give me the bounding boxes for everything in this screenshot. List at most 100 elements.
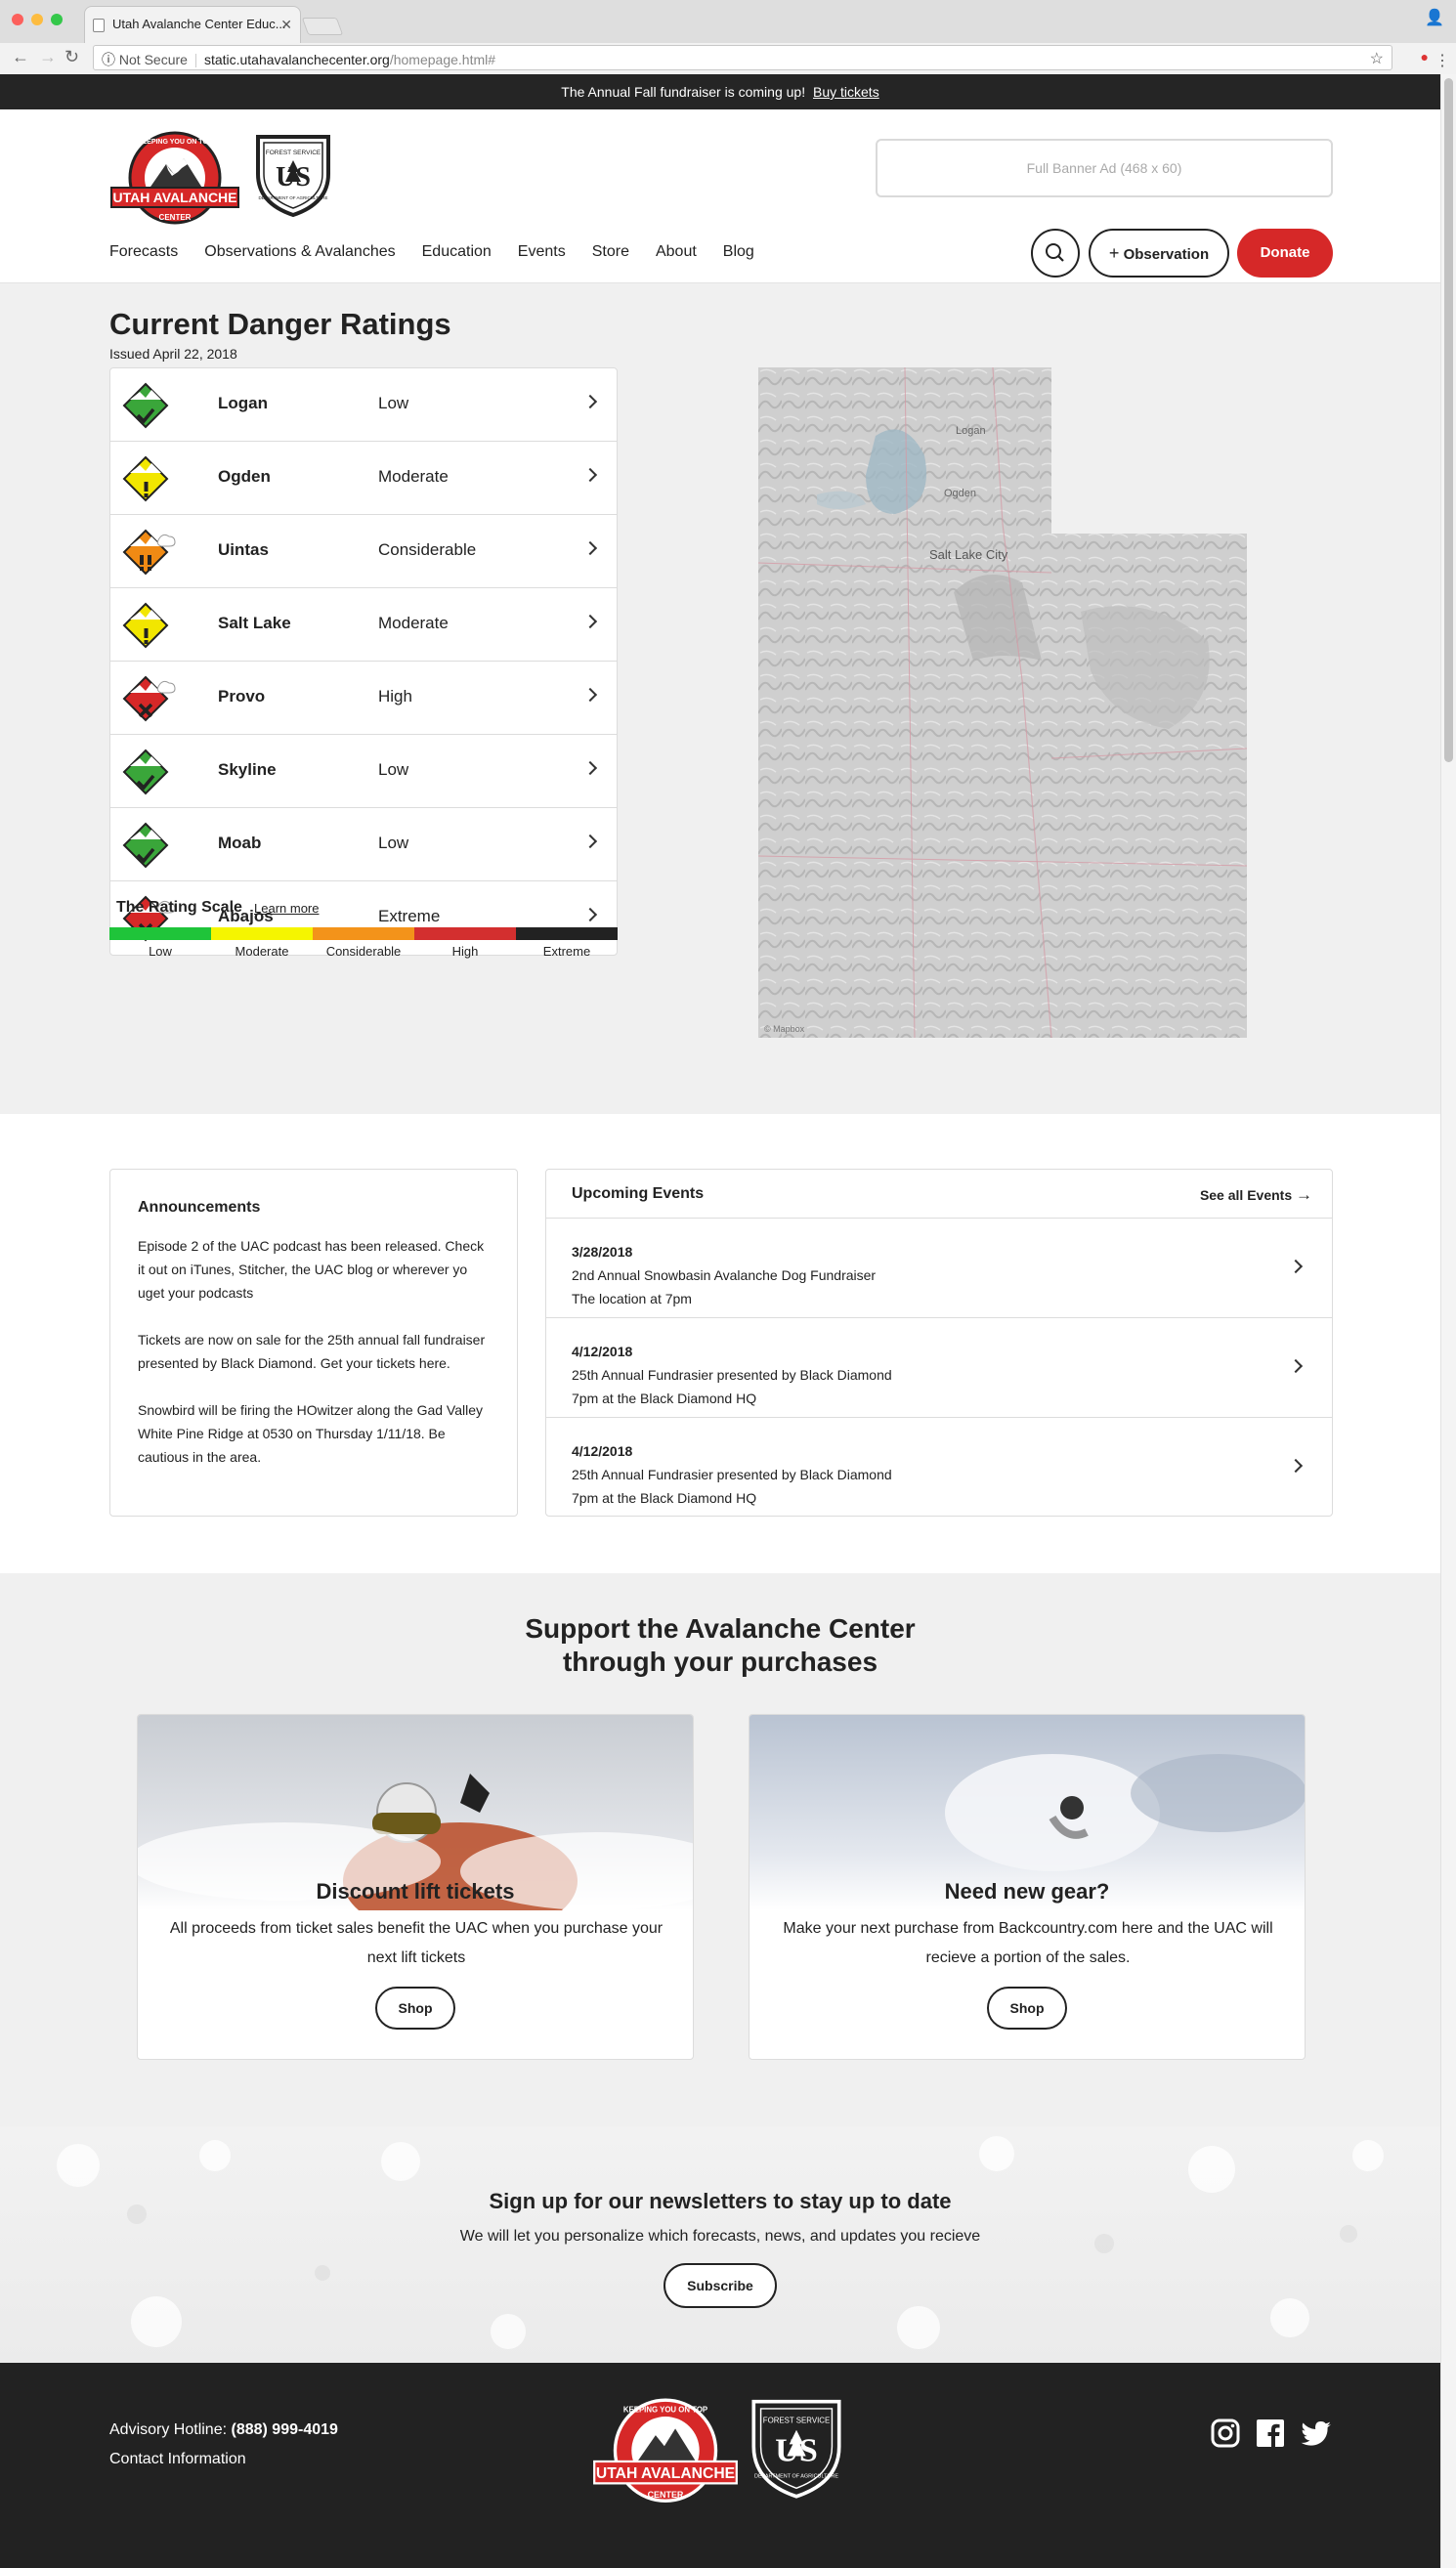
x-icon	[122, 675, 176, 722]
advisory-hotline: Advisory Hotline: (888) 999-4019	[109, 2421, 338, 2439]
twitter-icon[interactable]	[1300, 2418, 1333, 2449]
learn-more-link[interactable]: Learn more	[254, 901, 319, 916]
region-name: Ogden	[218, 467, 271, 486]
scrollbar-thumb[interactable]	[1444, 78, 1453, 762]
footer-uac-logo[interactable]: UTAH AVALANCHE CENTER KEEPING YOU ON TOP	[590, 2398, 741, 2512]
chevron-right-icon	[582, 760, 598, 776]
event-row[interactable]: 3/28/2018 2nd Annual Snowbasin Avalanche…	[546, 1219, 1332, 1318]
announcements-card: Announcements Episode 2 of the UAC podca…	[109, 1169, 518, 1517]
social-links	[1210, 2418, 1333, 2449]
zoom-window-button[interactable]	[51, 14, 63, 25]
donate-button[interactable]: Donate	[1237, 229, 1333, 278]
newsletter-text: We will let you personalize which foreca…	[459, 2228, 981, 2245]
browser-tab[interactable]: Utah Avalanche Center Educ... ✕	[84, 6, 301, 43]
support-title-line2: through your purchases	[562, 1647, 878, 1677]
contact-information-link[interactable]: Contact Information	[109, 2451, 246, 2468]
scale-segment	[109, 927, 211, 940]
footer-fs-top-text: FOREST SERVICE	[763, 2417, 830, 2425]
danger-ratings-section: Current Danger Ratings Issued April 22, …	[0, 283, 1440, 1114]
instagram-icon[interactable]	[1210, 2418, 1241, 2449]
footer-logo-sub-text: CENTER	[648, 2490, 684, 2500]
event-detail: The location at 7pm	[572, 1291, 692, 1306]
region-rating-row[interactable]: Ogden Moderate	[110, 442, 617, 515]
add-observation-button[interactable]: + Observation	[1089, 229, 1229, 278]
region-rating-row[interactable]: Uintas Considerable	[110, 515, 617, 588]
region-rating-row[interactable]: Skyline Low	[110, 735, 617, 808]
forward-icon[interactable]: →	[39, 47, 57, 67]
uac-logo[interactable]: UTAH AVALANCHE CENTER KEEPING YOU ON TOP	[109, 131, 240, 234]
support-title-line1: Support the Avalanche Center	[525, 1613, 916, 1644]
rating-scale-bar	[109, 927, 618, 940]
tab-close-icon[interactable]: ✕	[280, 17, 292, 33]
region-rating-row[interactable]: Provo High	[110, 662, 617, 735]
forest-service-logo[interactable]: FOREST SERVICE US DEPARTMENT OF AGRICULT…	[252, 131, 334, 224]
event-row[interactable]: 4/12/2018 25th Annual Fundrasier present…	[546, 1318, 1332, 1418]
bookmark-star-icon[interactable]: ☆	[1370, 49, 1384, 68]
hotline-number[interactable]: (888) 999-4019	[232, 2421, 338, 2438]
banner-ad-placeholder[interactable]: Full Banner Ad (468 x 60)	[876, 139, 1333, 197]
rating-scale-title: The Rating Scale	[116, 899, 242, 916]
region-level: Moderate	[378, 467, 449, 486]
exclamation-icon	[122, 602, 169, 649]
minimize-window-button[interactable]	[31, 14, 43, 25]
chevron-right-icon	[582, 467, 598, 483]
reload-icon[interactable]: ↻	[64, 47, 79, 67]
event-date: 4/12/2018	[572, 1443, 633, 1459]
info-icon[interactable]: ⓘ	[102, 52, 115, 67]
profile-icon[interactable]: 👤	[1425, 8, 1444, 27]
buy-tickets-link[interactable]: Buy tickets	[813, 84, 879, 100]
scale-label: Low	[149, 944, 172, 959]
address-bar[interactable]: ⓘ Not Secure static.utahavalanchecenter.o…	[93, 45, 1392, 70]
region-name: Logan	[218, 394, 268, 412]
newsletter-title: Sign up for our newsletters to stay up t…	[489, 2189, 952, 2213]
map-label-logan: Logan	[956, 425, 986, 437]
region-rating-row[interactable]: Moab Low	[110, 808, 617, 881]
promo-text: The Annual Fall fundraiser is coming up!	[561, 84, 806, 100]
footer-forest-service-logo[interactable]: FOREST SERVICE US DEPARTMENT OF AGRICULT…	[747, 2394, 846, 2506]
announcement-item: Episode 2 of the UAC podcast has been re…	[138, 1238, 485, 1301]
opera-extension-icon[interactable]: ●	[1421, 49, 1429, 64]
check-icon	[122, 749, 169, 795]
nav-events[interactable]: Events	[518, 243, 566, 261]
event-row[interactable]: 4/12/2018 25th Annual Fundrasier present…	[546, 1418, 1332, 1518]
new-tab-button[interactable]	[301, 18, 344, 35]
facebook-icon[interactable]	[1255, 2418, 1286, 2449]
map-label-ogden: Ogden	[944, 488, 976, 499]
region-level: Extreme	[378, 907, 441, 925]
see-all-events-link[interactable]: See all Events →	[1200, 1185, 1312, 1205]
events-title: Upcoming Events	[572, 1185, 705, 1202]
region-name: Uintas	[218, 540, 269, 559]
page-favicon-icon	[93, 19, 105, 32]
chevron-right-icon	[582, 907, 598, 922]
region-name: Provo	[218, 687, 266, 706]
nav-store[interactable]: Store	[592, 243, 629, 261]
close-window-button[interactable]	[12, 14, 23, 25]
nav-observations-avalanches[interactable]: Observations & Avalanches	[204, 243, 395, 261]
footer-logo-main-text: UTAH AVALANCHE	[596, 2465, 735, 2482]
nav-about[interactable]: About	[656, 243, 697, 261]
shop-button[interactable]: Shop	[375, 1987, 455, 2030]
event-name: 25th Annual Fundrasier presented by Blac…	[572, 1367, 892, 1383]
announcements-title: Announcements	[138, 1199, 261, 1216]
subscribe-button[interactable]: Subscribe	[664, 2263, 777, 2308]
region-level: Moderate	[378, 614, 449, 632]
scale-label: Extreme	[542, 944, 591, 959]
lift-tickets-card: Discount lift tickets All proceeds from …	[137, 1714, 694, 2060]
region-ratings-list: Logan Low Ogden Moderate Uintas Considerable S…	[109, 367, 618, 956]
issued-date: Issued April 22, 2018	[109, 346, 237, 362]
announcement-item: Tickets are now on sale for the 25th ann…	[138, 1332, 486, 1371]
shop-button[interactable]: Shop	[987, 1987, 1067, 2030]
region-rating-row[interactable]: Logan Low	[110, 368, 617, 442]
browser-menu-icon[interactable]: ⋮	[1435, 51, 1450, 70]
region-rating-row[interactable]: Salt Lake Moderate	[110, 588, 617, 662]
scale-segment	[414, 927, 516, 940]
observation-label: Observation	[1123, 246, 1210, 263]
nav-blog[interactable]: Blog	[723, 243, 754, 261]
nav-forecasts[interactable]: Forecasts	[109, 243, 178, 261]
utah-relief-map[interactable]: Logan Ogden Salt Lake City © Mapbox	[757, 366, 1248, 1043]
footer-fs-bottom-text: DEPARTMENT OF AGRICULTURE	[754, 2473, 838, 2479]
region-name: Moab	[218, 834, 262, 852]
search-button[interactable]	[1031, 229, 1080, 278]
nav-education[interactable]: Education	[422, 243, 492, 261]
back-icon[interactable]: ←	[12, 47, 29, 67]
